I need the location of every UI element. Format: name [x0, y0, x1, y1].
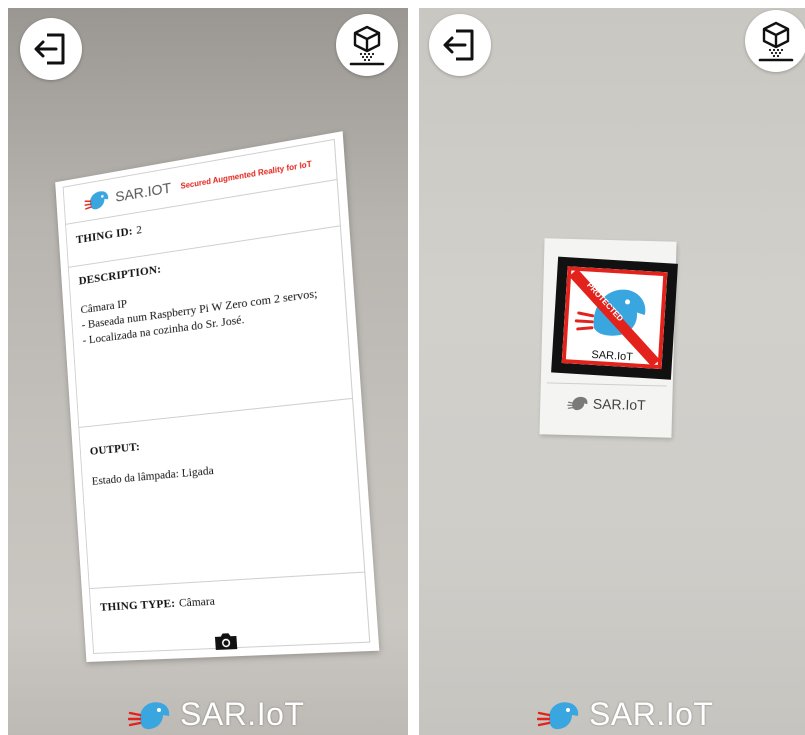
bottom-brand-text: SAR.IoT: [589, 696, 714, 732]
thing-id-value: 2: [135, 222, 143, 237]
marker-inner-brand: SAR.IoT: [591, 349, 634, 364]
output-text: Estado da lâmpada: Ligada: [91, 462, 215, 488]
ar-mode-button[interactable]: [745, 10, 805, 72]
ar-cube-icon: [349, 25, 385, 66]
protected-emblem: PROTECTED SAR.IoT: [561, 266, 668, 370]
ar-marker: PROTECTED SAR.IoT SAR.IoT: [539, 238, 678, 438]
thing-type-label: THING TYPE:: [99, 595, 176, 614]
marker-label-text: SAR.IoT: [592, 395, 646, 414]
bottom-brand-text: SAR.IoT: [180, 696, 305, 732]
marker-frame: PROTECTED SAR.IoT: [551, 256, 678, 380]
card-tagline: Secured Augmented Reality for IoT: [180, 158, 312, 191]
camera-icon: [214, 632, 238, 650]
sariot-logo-icon: [566, 396, 588, 411]
thing-type-value: Câmara: [178, 593, 216, 610]
bottom-brand-logo: SAR.IoT: [537, 696, 713, 733]
bottom-brand-logo: SAR.IoT: [128, 696, 304, 733]
output-label: OUTPUT:: [89, 439, 141, 458]
exit-button[interactable]: [20, 18, 82, 80]
thing-type-section: THING TYPE: Câmara: [90, 573, 370, 665]
sariot-logo-icon: [537, 701, 579, 729]
right-screen: PROTECTED SAR.IoT SAR.IoT SAR.IoT: [419, 8, 805, 735]
exit-icon: [443, 29, 474, 61]
output-section: OUTPUT: Estado da lâmpada: Ligada: [79, 398, 365, 590]
ar-cube-icon: [758, 21, 794, 62]
left-screen: SAR.IOT Secured Augmented Reality for Io…: [8, 8, 408, 735]
ar-info-card: SAR.IOT Secured Augmented Reality for Io…: [55, 131, 380, 665]
exit-button[interactable]: [429, 14, 491, 76]
thing-id-label: THING ID:: [75, 223, 134, 247]
marker-label: SAR.IoT: [545, 382, 667, 425]
ar-mode-button[interactable]: [336, 14, 398, 76]
card-brand: SAR.IOT: [114, 179, 172, 206]
exit-icon: [34, 33, 65, 65]
sariot-logo-icon: [84, 190, 109, 213]
camera-button[interactable]: [102, 625, 359, 656]
sariot-logo-icon: [128, 701, 170, 729]
